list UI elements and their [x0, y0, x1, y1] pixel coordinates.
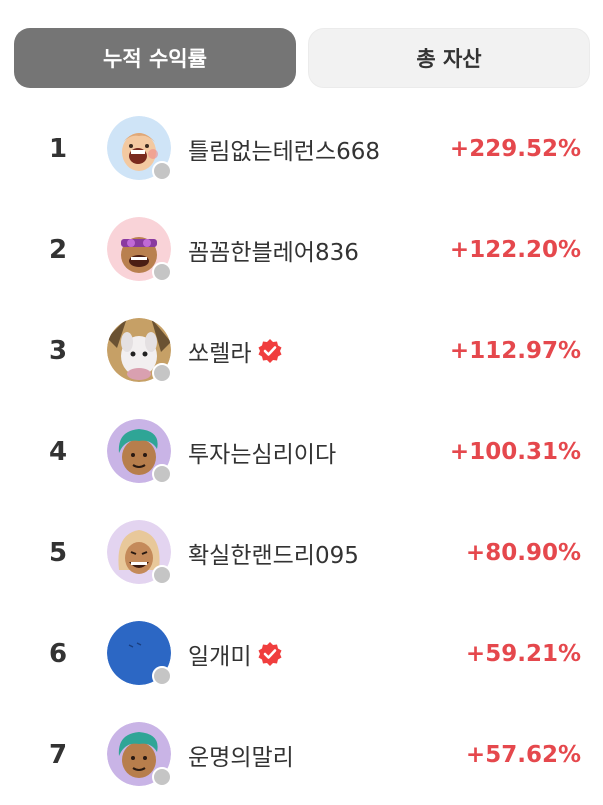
rank-number: 3 [48, 335, 68, 366]
status-dot [152, 161, 172, 181]
return-value: +80.90% [465, 539, 581, 566]
ranking-tabs: 누적 수익률 총 자산 [14, 28, 590, 88]
ranking-list: 1 틀림없는테런스668 +229.52% 2 꼼꼼한블레어836 +122.2… [0, 98, 603, 805]
avatar [107, 217, 173, 283]
ranking-row-4[interactable]: 4 투자는심리이다 +100.31% [0, 401, 603, 502]
user-name: 운명의말리 [188, 744, 294, 771]
ranking-row-6[interactable]: 6 일개미 +59.21% [0, 603, 603, 704]
tab-total-assets[interactable]: 총 자산 [308, 28, 590, 88]
avatar [107, 116, 173, 182]
ranking-row-1[interactable]: 1 틀림없는테런스668 +229.52% [0, 98, 603, 199]
rank-number: 6 [48, 638, 68, 669]
rank-number: 5 [48, 537, 68, 568]
rank-number: 7 [48, 739, 68, 770]
avatar [107, 621, 173, 687]
return-value: +59.21% [465, 640, 581, 667]
user-name: 쏘렐라 [188, 340, 252, 367]
user-name: 틀림없는테런스668 [188, 138, 381, 165]
user-name: 확실한랜드리095 [188, 542, 359, 569]
ranking-row-5[interactable]: 5 확실한랜드리095 +80.90% [0, 502, 603, 603]
status-dot [152, 363, 172, 383]
status-dot [152, 565, 172, 585]
verified-badge-icon [257, 641, 283, 667]
rank-number: 2 [48, 234, 68, 265]
return-value: +57.62% [465, 741, 581, 768]
rank-number: 1 [48, 133, 68, 164]
status-dot [152, 666, 172, 686]
return-value: +112.97% [449, 337, 581, 364]
avatar [107, 520, 173, 586]
ranking-row-2[interactable]: 2 꼼꼼한블레어836 +122.20% [0, 199, 603, 300]
tab-cumulative-return[interactable]: 누적 수익률 [14, 28, 296, 88]
user-name: 일개미 [188, 643, 252, 670]
ranking-row-7[interactable]: 7 운명의말리 +57.62% [0, 704, 603, 805]
return-value: +229.52% [449, 135, 581, 162]
avatar [107, 722, 173, 788]
ranking-row-3[interactable]: 3 쏘렐라 +112.97% [0, 300, 603, 401]
rank-number: 4 [48, 436, 68, 467]
avatar [107, 318, 173, 384]
status-dot [152, 464, 172, 484]
user-name: 투자는심리이다 [188, 441, 337, 468]
status-dot [152, 767, 172, 787]
return-value: +100.31% [449, 438, 581, 465]
user-name: 꼼꼼한블레어836 [188, 239, 359, 266]
avatar [107, 419, 173, 485]
return-value: +122.20% [449, 236, 581, 263]
status-dot [152, 262, 172, 282]
verified-badge-icon [257, 338, 283, 364]
